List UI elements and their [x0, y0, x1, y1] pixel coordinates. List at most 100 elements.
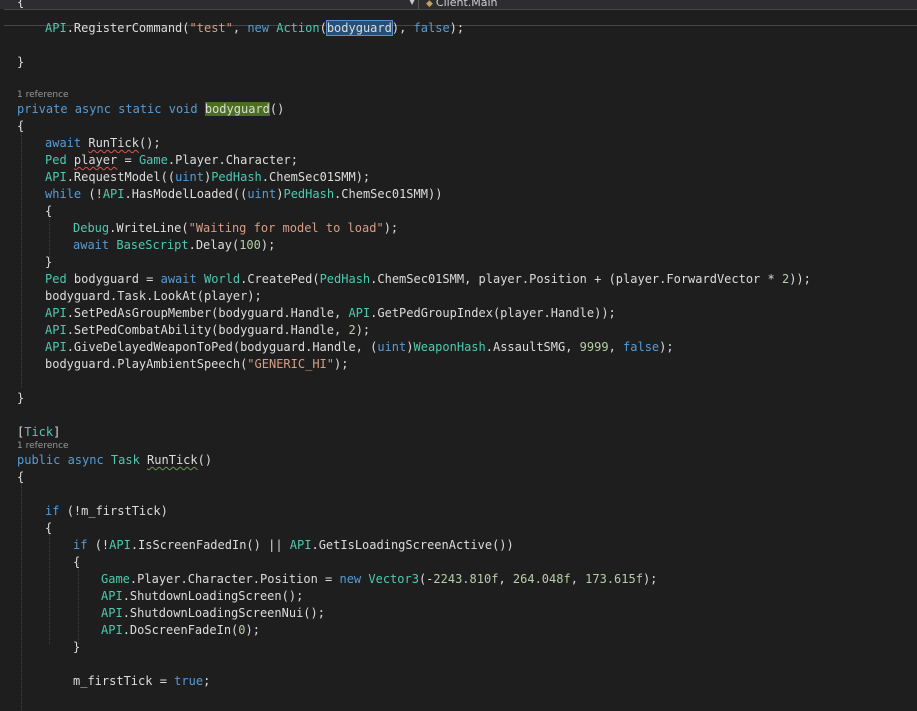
token: ); [334, 357, 349, 371]
token: .WriteLine( [109, 221, 189, 235]
keyword: if [73, 538, 95, 552]
token: ; [290, 153, 298, 167]
token: () [269, 102, 285, 116]
string-literal: "Waiting for model to load" [188, 221, 384, 235]
token: ( [319, 21, 327, 35]
method-name-highlight[interactable]: bodyguard [204, 102, 270, 116]
type-name: Game [138, 153, 168, 167]
type-name: API [45, 306, 67, 320]
token: .Delay( [188, 238, 240, 252]
brace: { [45, 521, 53, 535]
token: .GetPedGroupIndex(player.Handle)); [370, 306, 616, 320]
token: ); [642, 572, 658, 586]
token: m_firstTick = [73, 674, 175, 688]
brace: } [45, 255, 53, 269]
token: .ShutdownLoadingScreen(); [122, 589, 304, 603]
token: , [608, 340, 624, 354]
type-name: PedHash [319, 272, 371, 286]
token: .IsScreenFadedIn() || [130, 538, 290, 552]
keyword: true [174, 674, 204, 688]
type-name: Ped [45, 272, 74, 286]
keyword: private async static void [17, 102, 205, 116]
type-name: Ped [45, 153, 74, 167]
token: .DoScreenFadeIn( [122, 623, 239, 637]
token: (- [418, 572, 434, 586]
method-name-warning[interactable]: RunTick [147, 453, 198, 467]
dropdown-arrow-icon[interactable]: ▼ [409, 0, 415, 6]
type-name: BaseScript [116, 238, 189, 252]
codelens-reference-count[interactable]: 1 reference [17, 441, 69, 451]
token: , [232, 21, 248, 35]
number-literal: 264.048f [512, 572, 571, 586]
token: bodyguard.Task.LookAt(player); [45, 289, 262, 303]
token: API [45, 21, 67, 35]
indent-guide [49, 528, 51, 644]
token: ), [391, 21, 414, 35]
keyword: uint [377, 340, 407, 354]
keyword: uint [175, 170, 204, 184]
token: .ChemSec01SMM, player.Position + (player… [370, 272, 782, 286]
member-navigation-dropdown[interactable]: ◆ Client.Main [426, 0, 498, 9]
token: . [180, 572, 188, 586]
keyword: new [339, 572, 369, 586]
token: Character [187, 572, 253, 586]
brace: { [73, 555, 81, 569]
number-literal: 2243.810f [433, 572, 499, 586]
attribute-name: Tick [24, 425, 54, 439]
token: Character [225, 153, 291, 167]
number-literal: 173.615f [585, 572, 643, 586]
token: = [117, 153, 139, 167]
number-literal: 0 [238, 623, 246, 637]
type-name: API [45, 323, 67, 337]
type-name: API [101, 623, 123, 637]
brace: } [17, 55, 25, 69]
token: bodyguard.PlayAmbientSpeech( [45, 357, 248, 371]
member-nav-label: Client.Main [435, 0, 498, 9]
selected-identifier[interactable]: bodyguard [325, 20, 393, 36]
type-name: PedHash [283, 187, 335, 201]
variable-warning[interactable]: player [74, 153, 117, 167]
token: (!m_firstTick) [66, 504, 168, 518]
token: .Position = [252, 572, 340, 586]
keyword: while [45, 187, 89, 201]
token: .RequestModel(( [66, 170, 176, 184]
number-literal: 2 [348, 323, 356, 337]
keyword: public async [17, 453, 111, 467]
token: .RegisterCommand( [66, 21, 190, 35]
token: , [498, 572, 513, 586]
type-name: API [45, 340, 67, 354]
number-literal: 9999 [579, 340, 609, 354]
method-call-warning[interactable]: RunTick [88, 136, 139, 150]
token: , [570, 572, 586, 586]
keyword: false [413, 21, 450, 35]
type-name: API [109, 538, 131, 552]
token: (! [94, 538, 110, 552]
token: .AssaultSMG, [485, 340, 580, 354]
keyword: await [160, 272, 204, 286]
codelens-reference-count[interactable]: 1 reference [17, 90, 69, 100]
token: .SetPedAsGroupMember(bodyguard.Handle, [66, 306, 349, 320]
type-name: PedHash [211, 170, 262, 184]
keyword: new [247, 21, 277, 35]
type-name: API [289, 538, 312, 552]
brace: { [45, 204, 53, 218]
token: .CreatePed( [240, 272, 320, 286]
type-name: Action [276, 21, 320, 35]
type-name: Debug [73, 221, 110, 235]
token: ) [406, 340, 414, 354]
token: .GetIsLoadingScreenActive()) [311, 538, 514, 552]
token: . [167, 153, 176, 167]
type-name: API [348, 306, 371, 320]
type-name: API [45, 170, 67, 184]
token: Player [175, 153, 219, 167]
token: ); [355, 323, 371, 337]
token: .SetPedCombatAbility(bodyguard.Handle, [66, 323, 349, 337]
brace: } [17, 391, 25, 405]
brace: { [17, 0, 25, 9]
token: .HasModelLoaded(( [124, 187, 248, 201]
token: .ShutdownLoadingScreenNui(); [122, 606, 325, 620]
type-name: WeaponHash [413, 340, 486, 354]
token: () [197, 453, 213, 467]
keyword: await [45, 136, 89, 150]
token: ); [449, 21, 465, 35]
